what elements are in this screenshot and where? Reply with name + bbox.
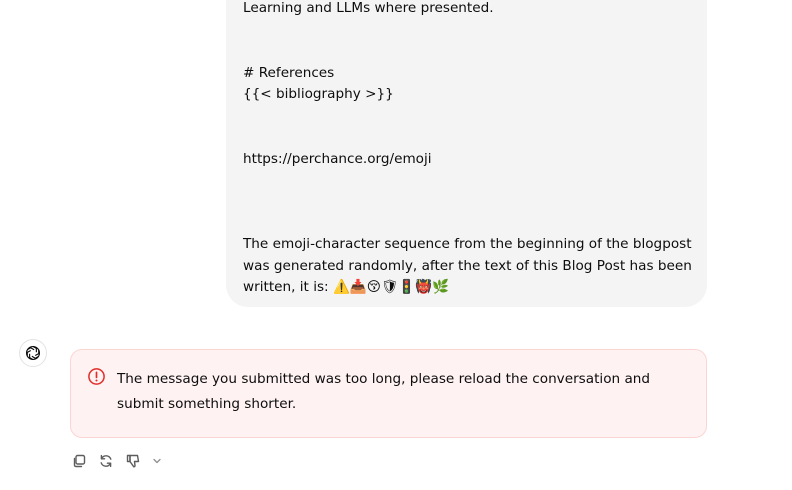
- message-line: Learning and LLMs where presented.: [243, 0, 494, 16]
- more-actions-button[interactable]: [149, 452, 165, 470]
- copy-icon: [73, 454, 86, 468]
- message-line: written, it is: ⚠️📥😚🛡🚦👹🌿: [243, 279, 450, 295]
- user-message-bubble: Learning and LLMs where presented. # Ref…: [226, 0, 707, 307]
- chevron-down-icon: [153, 458, 161, 464]
- info-circle-icon: [88, 368, 105, 385]
- error-message-box: The message you submitted was too long, …: [70, 349, 707, 438]
- message-line: The emoji-character sequence from the be…: [243, 236, 692, 252]
- message-line: {{< bibliography >}}: [243, 86, 394, 102]
- message-line: was generated randomly, after the text o…: [243, 258, 692, 274]
- thumbs-down-icon: [126, 454, 140, 468]
- error-text: The message you submitted was too long, …: [117, 371, 651, 412]
- regenerate-button[interactable]: [97, 452, 115, 470]
- message-line: # References: [243, 65, 335, 81]
- assistant-avatar: [19, 339, 47, 367]
- copy-button[interactable]: [70, 452, 88, 470]
- dislike-button[interactable]: [124, 452, 142, 470]
- chat-page: Learning and LLMs where presented. # Ref…: [0, 0, 792, 490]
- openai-logo-icon: [25, 345, 41, 361]
- message-line: https://perchance.org/emoji: [243, 151, 432, 167]
- regenerate-icon: [100, 454, 112, 468]
